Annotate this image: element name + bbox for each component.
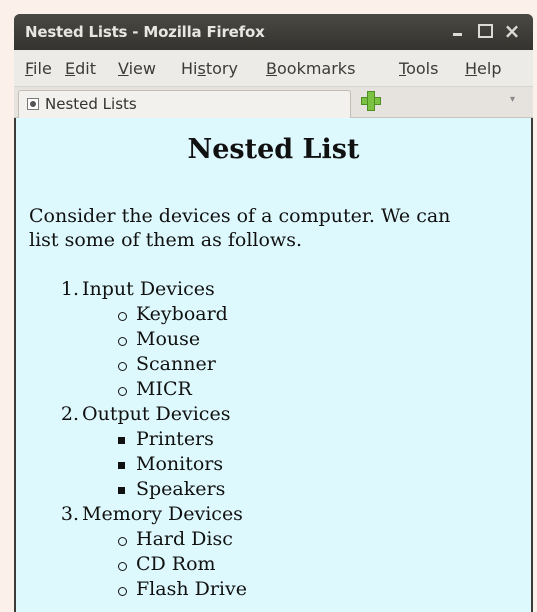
square-bullet-icon [118,437,125,444]
maximize-icon[interactable] [475,21,495,41]
menu-help[interactable]: Help [465,59,501,78]
list-item-label: Output Devices [82,403,231,425]
sublist-item-label: Flash Drive [136,578,247,600]
menu-bar: File Edit View History Bookmarks Tools H… [14,50,533,87]
browser-window: Nested Lists - Mozilla Firefox × File Ed… [14,14,533,612]
menu-view[interactable]: View [118,59,156,78]
circle-bullet-icon [118,362,127,371]
menu-tools[interactable]: Tools [399,59,438,78]
sublist-item-label: CD Rom [136,553,216,575]
circle-bullet-icon [118,562,127,571]
square-bullet-icon [118,487,125,494]
square-bullet-icon [118,462,125,469]
close-icon[interactable]: × [502,21,522,41]
menu-edit[interactable]: Edit [65,59,96,78]
sublist-item-label: Speakers [136,478,226,500]
tab-bar: Nested Lists ▾ [14,87,533,118]
intro-paragraph: Consider the devices of a computer. We c… [29,205,451,251]
title-bar[interactable]: Nested Lists - Mozilla Firefox × [14,14,533,50]
list-item-label: Memory Devices [82,503,243,525]
sublist-item-label: Scanner [136,353,216,375]
page-heading: Nested List [187,134,360,165]
tab-list-dropdown-icon[interactable]: ▾ [510,94,515,105]
minimize-icon[interactable] [448,21,468,41]
menu-bookmarks[interactable]: Bookmarks [266,59,355,78]
sublist-item-label: Mouse [136,328,201,350]
sublist-item-label: MICR [136,378,192,400]
window-title: Nested Lists - Mozilla Firefox [25,23,265,41]
tab-nested-lists[interactable]: Nested Lists [18,90,351,118]
menu-history[interactable]: History [181,59,238,78]
page-content: Nested List Consider the devices of a co… [16,118,531,612]
sublist-item-label: Hard Disc [136,528,233,550]
list-number: 3. [60,503,79,525]
circle-bullet-icon [118,312,127,321]
new-tab-plus-icon[interactable] [360,90,381,111]
page-favicon-icon [27,98,39,110]
circle-bullet-icon [118,387,127,396]
sublist-item-label: Monitors [136,453,224,475]
list-number: 2. [60,403,79,425]
circle-bullet-icon [118,337,127,346]
menu-file[interactable]: File [25,59,52,78]
circle-bullet-icon [118,537,127,546]
sublist-item-label: Keyboard [136,303,228,325]
sublist-item-label: Printers [136,428,214,450]
list-number: 1. [60,278,79,300]
circle-bullet-icon [118,587,127,596]
tab-label: Nested Lists [45,95,137,113]
list-item-label: Input Devices [82,278,215,300]
